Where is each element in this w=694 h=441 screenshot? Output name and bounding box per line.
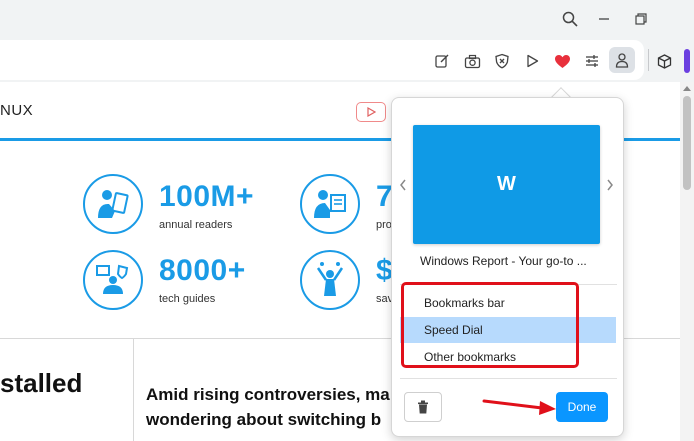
bookmark-popup: W Windows Report - Your go-to ... Bookma… [391, 97, 624, 437]
chevron-right-icon[interactable] [604, 176, 616, 194]
column-divider [133, 338, 134, 441]
address-bar[interactable] [0, 40, 644, 80]
professional-icon [300, 174, 360, 234]
scroll-thumb[interactable] [683, 96, 691, 190]
heart-icon[interactable] [552, 51, 572, 71]
minimize-icon[interactable] [592, 8, 616, 30]
shield-x-icon[interactable] [492, 51, 512, 71]
article-line: wondering about switching b [146, 410, 382, 429]
delete-bookmark-button[interactable] [404, 392, 442, 422]
settings-sliders-icon[interactable] [582, 51, 602, 71]
stat-value: 8000+ [159, 254, 246, 287]
stat-label: tech guides [159, 293, 216, 305]
reader-icon [83, 174, 143, 234]
article-line: Amid rising controversies, ma [146, 385, 390, 404]
youtube-icon[interactable] [356, 102, 386, 122]
page-thumbnail[interactable]: W [413, 125, 600, 244]
tech-guide-icon [83, 250, 143, 310]
camera-icon[interactable] [462, 51, 482, 71]
chevron-left-icon[interactable] [397, 176, 409, 194]
sidebar-toggle[interactable] [684, 49, 690, 73]
savings-icon [300, 250, 360, 310]
stat-label: annual readers [159, 219, 233, 231]
scroll-up-icon[interactable] [683, 86, 691, 91]
popup-divider [400, 378, 617, 379]
cube-icon[interactable] [654, 51, 674, 71]
page-scrollbar[interactable] [680, 82, 694, 441]
search-icon[interactable] [558, 8, 582, 30]
done-button[interactable]: Done [556, 392, 608, 422]
nav-menu-item[interactable]: NUX [0, 102, 33, 119]
profile-icon[interactable] [609, 47, 635, 73]
annotation-arrow-icon [482, 399, 556, 415]
edit-icon[interactable] [432, 51, 452, 71]
stat-value: 100M+ [159, 180, 255, 213]
play-icon[interactable] [522, 51, 542, 71]
trash-icon [418, 400, 428, 414]
title-bar [0, 0, 694, 40]
toolbar-divider [648, 49, 649, 71]
article-heading[interactable]: stalled [0, 368, 82, 399]
browser-window: NUX 100M+ annual readers 7 pro 8000+ tec… [0, 0, 694, 441]
stat-label: pro [376, 219, 392, 231]
annotation-highlight-box [401, 282, 579, 368]
toolbar [0, 40, 694, 82]
bookmark-title[interactable]: Windows Report - Your go-to ... [420, 254, 587, 268]
restore-icon[interactable] [629, 8, 653, 30]
article-teaser[interactable]: Amid rising controversies, ma wondering … [146, 382, 396, 432]
